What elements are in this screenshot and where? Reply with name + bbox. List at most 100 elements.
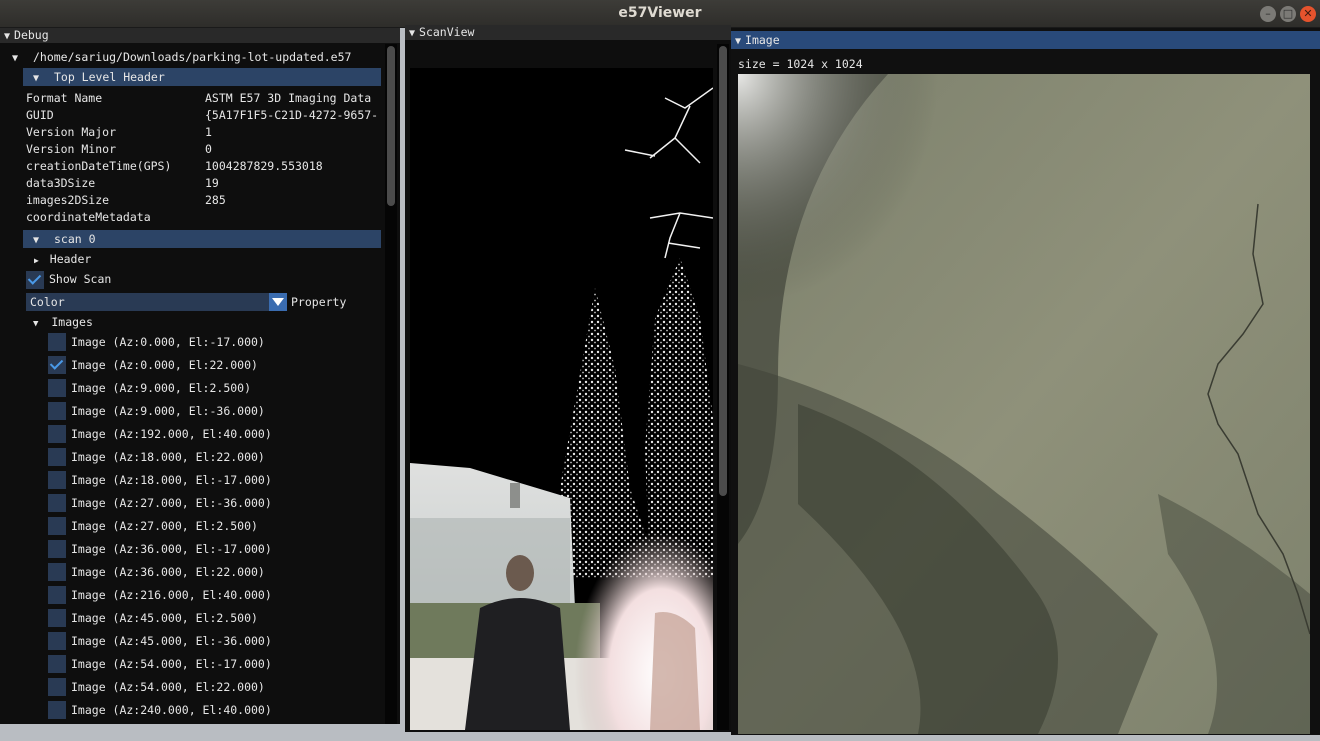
header-field-key: Format Name — [26, 91, 103, 105]
tree-expand-icon[interactable]: ▼ — [33, 316, 38, 333]
file-tree-node[interactable]: ▼ /home/sariug/Downloads/parking-lot-upd… — [12, 49, 351, 66]
show-scan-checkbox[interactable] — [26, 271, 44, 289]
image-list-item[interactable]: Image (Az:54.000, El:22.000) — [0, 678, 380, 698]
debug-title-label: Debug — [14, 28, 49, 42]
image-window-title[interactable]: ▼ Image — [731, 31, 1320, 49]
image-checkbox[interactable] — [48, 678, 66, 696]
image-list-item[interactable]: Image (Az:54.000, El:-17.000) — [0, 655, 380, 675]
property-combo[interactable]: Color — [26, 293, 287, 311]
close-button[interactable]: ✕ — [1300, 6, 1316, 22]
image-list-item[interactable]: Image (Az:36.000, El:22.000) — [0, 563, 380, 583]
image-checkbox[interactable] — [48, 609, 66, 627]
image-list-item[interactable]: Image (Az:0.000, El:22.000) — [0, 356, 380, 376]
scanview-scrollbar-thumb[interactable] — [719, 46, 727, 496]
image-list-item[interactable]: Image (Az:9.000, El:-36.000) — [0, 402, 380, 422]
image-list-item[interactable]: Image (Az:27.000, El:2.500) — [0, 517, 380, 537]
image-label: Image (Az:9.000, El:-36.000) — [71, 404, 265, 418]
show-scan-label: Show Scan — [49, 272, 112, 286]
image-label: Image (Az:18.000, El:-17.000) — [71, 473, 272, 487]
image-checkbox[interactable] — [48, 494, 66, 512]
image-size-text: size = 1024 x 1024 — [738, 57, 863, 71]
scanview-scrollbar[interactable] — [717, 44, 729, 730]
image-checkbox[interactable] — [48, 517, 66, 535]
image-checkbox[interactable] — [48, 655, 66, 673]
collapse-triangle-icon[interactable]: ▼ — [33, 70, 39, 88]
image-label: Image (Az:36.000, El:22.000) — [71, 565, 265, 579]
minimize-button[interactable]: – — [1260, 6, 1276, 22]
image-label: Image (Az:192.000, El:40.000) — [71, 427, 272, 441]
image-list-item[interactable]: Image (Az:45.000, El:-36.000) — [0, 632, 380, 652]
collapse-triangle-icon[interactable]: ▼ — [33, 232, 39, 250]
header-field-key: Version Minor — [26, 142, 117, 156]
header-node-label: Header — [49, 252, 92, 266]
app-title: e57Viewer — [618, 5, 702, 21]
collapse-triangle-icon[interactable]: ▼ — [4, 29, 10, 44]
image-checkbox[interactable] — [48, 471, 66, 489]
header-field-value: 19 — [205, 176, 219, 190]
scan-render-canvas[interactable] — [410, 68, 713, 730]
header-field-value: 1 — [205, 125, 212, 139]
header-tree-node[interactable]: ▶ Header — [34, 251, 91, 268]
scanview-window: ▼ ScanView — [405, 25, 731, 732]
image-checkbox[interactable] — [48, 402, 66, 420]
header-field-value: ASTM E57 3D Imaging Data — [205, 91, 372, 105]
header-field-row: coordinateMetadata — [0, 209, 385, 226]
header-field-value: 285 — [205, 193, 226, 207]
scanview-title-label: ScanView — [419, 25, 475, 39]
image-label: Image (Az:36.000, El:-17.000) — [71, 542, 272, 556]
header-field-key: images2DSize — [26, 193, 110, 207]
header-field-row: Version Major 1 — [0, 124, 385, 141]
image-list-item[interactable]: Image (Az:9.000, El:2.500) — [0, 379, 380, 399]
image-label: Image (Az:240.000, El:40.000) — [71, 703, 272, 717]
collapse-triangle-icon[interactable]: ▼ — [735, 33, 741, 51]
combo-dropdown-arrow-icon[interactable] — [269, 293, 287, 311]
image-label: Image (Az:27.000, El:-36.000) — [71, 496, 272, 510]
image-checkbox[interactable] — [48, 333, 66, 351]
images-node-label: Images — [51, 315, 93, 329]
header-field-key: GUID — [26, 108, 54, 122]
image-label: Image (Az:9.000, El:2.500) — [71, 381, 252, 395]
image-checkbox[interactable] — [48, 448, 66, 466]
image-label: Image (Az:45.000, El:2.500) — [71, 611, 258, 625]
image-list-item[interactable]: Image (Az:18.000, El:-17.000) — [0, 471, 380, 491]
header-field-row: Version Minor 0 — [0, 141, 385, 158]
collapse-triangle-icon[interactable]: ▼ — [409, 26, 415, 41]
expand-arrow-icon[interactable]: ▶ — [34, 256, 39, 265]
scan-label: scan 0 — [53, 232, 96, 246]
image-list-item[interactable]: Image (Az:216.000, El:40.000) — [0, 586, 380, 606]
header-field-key: data3DSize — [26, 176, 96, 190]
header-field-key: Version Major — [26, 125, 117, 139]
person-head — [506, 555, 534, 591]
image-list-item[interactable]: Image (Az:0.000, El:-17.000) — [0, 333, 380, 353]
image-preview — [738, 74, 1310, 734]
image-label: Image (Az:18.000, El:22.000) — [71, 450, 265, 464]
image-checkbox[interactable] — [48, 379, 66, 397]
image-label: Image (Az:54.000, El:22.000) — [71, 680, 265, 694]
image-list-item[interactable]: Image (Az:27.000, El:-36.000) — [0, 494, 380, 514]
scan-section[interactable]: ▼ scan 0 — [23, 230, 381, 248]
image-checkbox[interactable] — [48, 701, 66, 719]
image-checkbox[interactable] — [48, 586, 66, 604]
header-field-row: data3DSize 19 — [0, 175, 385, 192]
header-field-key: creationDateTime(GPS) — [26, 159, 172, 173]
image-checkbox[interactable] — [48, 632, 66, 650]
image-checkbox[interactable] — [48, 540, 66, 558]
image-checkbox[interactable] — [48, 356, 66, 374]
images-tree-node[interactable]: ▼ Images — [33, 314, 93, 331]
image-checkbox[interactable] — [48, 563, 66, 581]
maximize-button[interactable]: □ — [1280, 6, 1296, 22]
top-level-header-section[interactable]: ▼ Top Level Header — [23, 68, 381, 86]
scanview-window-title[interactable]: ▼ ScanView — [405, 25, 731, 40]
debug-window-title[interactable]: ▼ Debug — [0, 28, 400, 43]
image-list-item[interactable]: Image (Az:36.000, El:-17.000) — [0, 540, 380, 560]
debug-scrollbar-thumb[interactable] — [387, 46, 395, 206]
image-list-item[interactable]: Image (Az:240.000, El:40.000) — [0, 701, 380, 721]
debug-scrollbar[interactable] — [385, 44, 397, 724]
image-list-item[interactable]: Image (Az:192.000, El:40.000) — [0, 425, 380, 445]
point-cloud-render — [410, 68, 713, 730]
image-list-item[interactable]: Image (Az:45.000, El:2.500) — [0, 609, 380, 629]
image-checkbox[interactable] — [48, 425, 66, 443]
image-list-item[interactable]: Image (Az:18.000, El:22.000) — [0, 448, 380, 468]
tree-expand-icon[interactable]: ▼ — [12, 50, 18, 67]
image-label: Image (Az:54.000, El:-17.000) — [71, 657, 272, 671]
